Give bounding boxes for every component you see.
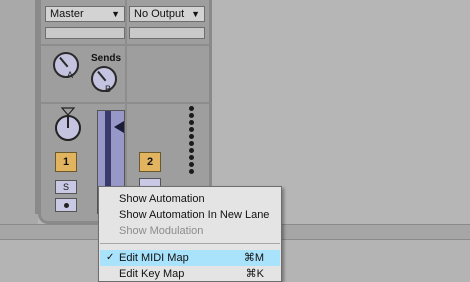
menu-item-show-modulation: Show Modulation <box>100 223 280 239</box>
track2-output-select[interactable]: No Output ▼ <box>129 6 205 22</box>
track1-output-value: Master <box>50 8 84 20</box>
menu-item-label: Show Automation <box>119 193 205 205</box>
pan-knob[interactable] <box>53 106 83 142</box>
track-column-divider <box>125 0 127 214</box>
menu-separator <box>100 243 280 244</box>
track1-activator-button[interactable]: 1 <box>55 152 77 172</box>
menu-item-edit-key-map[interactable]: Edit Key Map ⌘K <box>100 266 280 282</box>
send-a-letter: A <box>67 70 74 80</box>
menu-item-show-automation-new-lane[interactable]: Show Automation In New Lane <box>100 207 280 223</box>
track1-output-select[interactable]: Master ▼ <box>45 6 125 22</box>
menu-item-label: Show Automation In New Lane <box>119 209 270 221</box>
track1-arm-button[interactable] <box>55 198 77 212</box>
dropdown-arrow-icon: ▼ <box>191 9 200 19</box>
send-a-knob[interactable] <box>53 52 79 78</box>
track2-level-meter <box>189 106 195 176</box>
dropdown-arrow-icon: ▼ <box>111 9 120 19</box>
menu-item-label: Show Modulation <box>119 225 204 237</box>
sends-label: Sends <box>91 53 122 64</box>
track2-output-value: No Output <box>134 8 185 20</box>
track2-activator-button[interactable]: 2 <box>139 152 161 172</box>
menu-item-show-automation[interactable]: Show Automation <box>100 191 280 207</box>
track1-solo-button[interactable]: S <box>55 180 77 194</box>
context-menu: Show Automation Show Automation In New L… <box>98 186 282 282</box>
section-divider <box>41 44 209 46</box>
track1-output-channel-select[interactable] <box>45 27 125 39</box>
send-b-letter: B <box>105 84 112 94</box>
menu-item-label: Edit MIDI Map <box>119 252 189 264</box>
volume-handle-icon[interactable] <box>114 121 124 133</box>
checkmark-icon: ✓ <box>106 252 115 263</box>
menu-item-shortcut: ⌘M <box>243 252 264 264</box>
send-b-knob[interactable] <box>91 66 117 92</box>
menu-item-edit-midi-map[interactable]: ✓ Edit MIDI Map ⌘M <box>100 250 280 266</box>
menu-item-shortcut: ⌘K <box>245 268 264 280</box>
menu-item-label: Edit Key Map <box>119 268 185 280</box>
section-divider <box>41 102 209 104</box>
record-dot-icon <box>64 203 69 208</box>
track2-output-channel-select[interactable] <box>129 27 205 39</box>
